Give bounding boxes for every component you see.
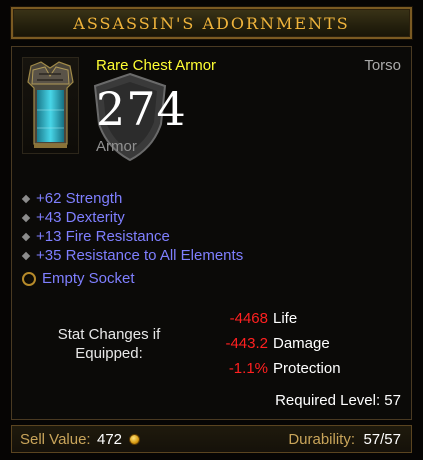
stat-change-label: Life — [273, 310, 298, 327]
bullet-icon — [21, 232, 31, 241]
item-slot: Torso — [364, 57, 401, 74]
socket-label: Empty Socket — [42, 270, 135, 287]
item-type: Rare Chest Armor — [96, 57, 217, 74]
bullet-icon — [21, 251, 31, 260]
stat-heading-line1: Stat Changes if — [57, 326, 161, 343]
stat-change-damage: -443.2 Damage — [190, 335, 390, 360]
item-name: Assassin's Adornments — [73, 14, 350, 33]
gold-coin-icon — [129, 434, 140, 445]
socket-icon — [22, 271, 36, 286]
affix-fire-resistance: +13 Fire Resistance — [21, 227, 243, 246]
stat-heading-line2: Equipped: — [75, 345, 143, 362]
stat-changes-list: -4468 Life -443.2 Damage -1.1% Protectio… — [190, 310, 390, 385]
affix-text: +62 Strength — [36, 190, 123, 207]
affix-text: +35 Resistance to All Elements — [36, 247, 244, 264]
empty-socket: Empty Socket — [22, 270, 135, 287]
tooltip-footer: Sell Value: 472 Durability: 57/57 — [11, 425, 412, 453]
sell-value: 472 — [97, 431, 123, 448]
stat-change-life: -4468 Life — [190, 310, 390, 335]
armor-label: Armor — [96, 138, 137, 155]
stat-change-value: -4468 — [229, 310, 268, 327]
affix-text: +13 Fire Resistance — [36, 228, 170, 245]
sell-value-label: Sell Value: — [20, 431, 91, 448]
affix-list: +62 Strength +43 Dexterity +13 Fire Resi… — [21, 189, 244, 265]
stat-change-value: -443.2 — [225, 335, 268, 352]
bullet-icon — [21, 194, 31, 203]
item-title-bar: Assassin's Adornments — [11, 7, 412, 39]
stat-change-label: Damage — [273, 335, 330, 352]
affix-all-resistance: +35 Resistance to All Elements — [21, 246, 244, 265]
bullet-icon — [21, 213, 31, 222]
affix-dexterity: +43 Dexterity — [21, 208, 243, 227]
item-tooltip: Assassin's Adornments Rare Chest Armor T… — [0, 0, 423, 460]
stat-change-value: -1.1% — [228, 360, 268, 377]
affix-strength: +62 Strength — [21, 189, 243, 208]
durability-label: Durability: — [288, 431, 355, 448]
armor-value: 274 — [96, 82, 187, 136]
durability-value: 57/57 — [363, 431, 401, 448]
affix-text: +43 Dexterity — [36, 209, 125, 226]
stat-change-label: Protection — [273, 360, 341, 377]
chest-armor-icon — [22, 57, 79, 154]
stat-change-protection: -1.1% Protection — [190, 360, 390, 385]
required-level: Required Level: 57 — [275, 392, 401, 409]
stat-changes-heading: Stat Changes if Equipped: — [34, 325, 184, 363]
